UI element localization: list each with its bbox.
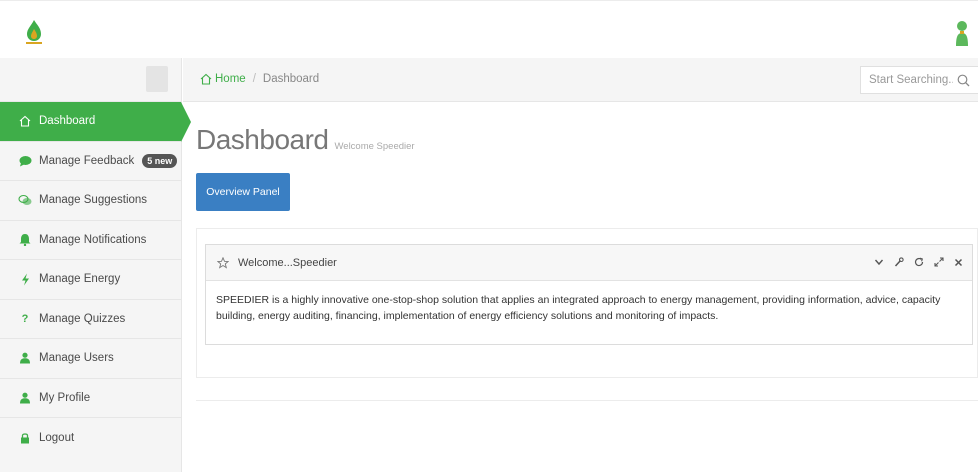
top-header — [0, 0, 978, 58]
page-title: Dashboard — [196, 124, 329, 155]
breadcrumb-bar: Home / Dashboard — [183, 58, 978, 102]
expand-icon[interactable] — [933, 256, 944, 268]
sidebar-item-manage-users[interactable]: Manage Users — [0, 339, 181, 379]
chevron-down-icon[interactable] — [873, 256, 884, 268]
sidebar-item-label: Manage Feedback — [39, 154, 135, 167]
sidebar-top — [0, 58, 181, 102]
bell-icon — [18, 233, 32, 247]
search-input[interactable] — [869, 74, 953, 86]
sidebar-item-manage-notifications[interactable]: Manage Notifications — [0, 221, 181, 260]
breadcrumb-home-link[interactable]: Home — [200, 73, 246, 85]
search-box — [860, 66, 978, 94]
refresh-icon[interactable] — [913, 256, 924, 268]
sidebar-item-label: Dashboard — [39, 115, 96, 128]
search-icon[interactable] — [957, 74, 970, 87]
divider — [196, 400, 978, 401]
breadcrumb: Home / Dashboard — [200, 73, 319, 85]
page-header: Dashboard Welcome Speedier — [196, 124, 415, 156]
breadcrumb-separator: / — [252, 73, 256, 85]
widget-toolbar — [873, 256, 964, 268]
overview-panel-button[interactable]: Overview Panel — [196, 173, 290, 211]
breadcrumb-current: Dashboard — [262, 73, 320, 85]
wrench-icon[interactable] — [893, 256, 904, 268]
home-icon — [18, 114, 32, 128]
sidebar-item-manage-energy[interactable]: Manage Energy — [0, 260, 181, 300]
home-icon — [200, 73, 212, 85]
sidebar-item-label: Manage Users — [39, 352, 114, 365]
widget-title: Welcome...Speedier — [238, 256, 337, 269]
lock-icon — [18, 431, 32, 445]
sidebar-item-logout[interactable]: Logout — [0, 418, 181, 458]
chat-bubbles-icon — [18, 193, 32, 207]
sidebar-item-manage-quizzes[interactable]: ? Manage Quizzes — [0, 300, 181, 339]
sidebar-item-manage-suggestions[interactable]: Manage Suggestions — [0, 181, 181, 221]
sidebar-item-label: Manage Energy — [39, 273, 121, 286]
widget-body-text: SPEEDIER is a highly innovative one-stop… — [216, 294, 941, 322]
welcome-widget: Welcome...Speedier SPEEDIER is a highly … — [205, 244, 973, 345]
bolt-icon — [18, 272, 32, 286]
sidebar: Dashboard Manage Feedback 5 new Manage S… — [0, 58, 191, 472]
sidebar-item-label: Manage Notifications — [39, 233, 147, 246]
sidebar-collapse-button[interactable] — [146, 66, 168, 92]
widget-header: Welcome...Speedier — [206, 245, 972, 281]
question-icon: ? — [21, 312, 29, 325]
chat-bubble-icon — [18, 154, 32, 168]
sidebar-item-label: My Profile — [39, 391, 91, 404]
users-icon — [18, 351, 32, 365]
flame-logo-icon[interactable] — [24, 19, 44, 45]
sidebar-item-my-profile[interactable]: My Profile — [0, 379, 181, 418]
sidebar-item-manage-feedback[interactable]: Manage Feedback 5 new — [0, 142, 181, 181]
sidebar-item-label: Manage Quizzes — [39, 312, 126, 325]
star-icon — [217, 256, 229, 269]
user-icon — [18, 391, 32, 405]
user-icon[interactable] — [955, 19, 969, 47]
sidebar-item-label: Logout — [39, 431, 75, 444]
sidebar-item-label: Manage Suggestions — [39, 194, 148, 207]
sidebar-item-dashboard[interactable]: Dashboard — [0, 102, 191, 142]
page-subtitle: Welcome Speedier — [334, 141, 415, 152]
feedback-count-badge: 5 new — [142, 153, 178, 168]
close-icon[interactable] — [953, 256, 964, 268]
breadcrumb-home-label: Home — [215, 73, 246, 85]
